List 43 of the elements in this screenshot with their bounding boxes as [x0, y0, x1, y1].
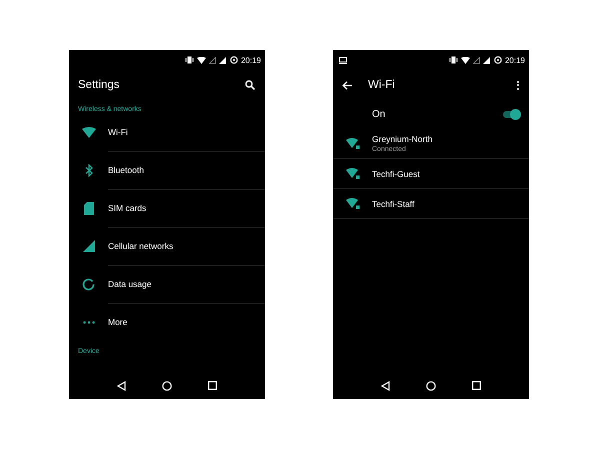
home-icon[interactable]	[426, 380, 436, 390]
status-time: 20:19	[504, 56, 525, 64]
sim-card-icon	[84, 202, 94, 214]
settings-item[interactable]: Cellular networks	[108, 240, 174, 250]
switch-label: On	[372, 108, 386, 120]
wifi-lock-icon	[346, 168, 360, 179]
signal-status-icon	[482, 56, 491, 64]
wifi-toggle[interactable]	[503, 110, 519, 118]
status-time: 20:19	[240, 56, 261, 64]
home-icon[interactable]	[162, 380, 172, 390]
vibrate-icon	[448, 56, 458, 64]
back-icon[interactable]	[117, 380, 126, 390]
vibrate-icon	[184, 56, 194, 64]
no-signal-icon	[472, 56, 480, 64]
wifi-status-icon	[196, 56, 206, 64]
alarm-icon	[230, 56, 238, 64]
notification-icon	[339, 56, 347, 64]
settings-item[interactable]: SIM cards	[108, 202, 146, 212]
back-icon[interactable]	[381, 380, 390, 390]
recents-icon[interactable]	[472, 381, 481, 390]
network-name[interactable]: Greynium-North	[372, 134, 432, 144]
recents-icon[interactable]	[208, 381, 217, 390]
more-icon	[82, 320, 94, 324]
network-name[interactable]: Techfi-Staff	[372, 198, 414, 208]
wifi-icon	[82, 126, 96, 138]
signal-status-icon	[218, 56, 227, 64]
no-signal-icon	[208, 56, 216, 64]
wifi-lock-icon	[346, 138, 360, 149]
settings-item[interactable]: Wi-Fi	[108, 126, 128, 136]
bluetooth-icon	[84, 164, 92, 176]
search-icon[interactable]	[245, 80, 255, 90]
settings-item[interactable]: Bluetooth	[108, 164, 144, 174]
back-arrow-icon[interactable]	[342, 80, 352, 90]
settings-item[interactable]: More	[108, 317, 128, 327]
network-name[interactable]: Techfi-Guest	[372, 168, 420, 178]
wifi-lock-icon	[346, 198, 360, 209]
settings-item[interactable]: Data usage	[108, 278, 152, 288]
wifi-status-icon	[460, 56, 470, 64]
signal-icon	[82, 240, 94, 252]
toolbar-title: Wi-Fi	[368, 79, 396, 91]
alarm-icon	[494, 56, 502, 64]
toolbar-title: Settings	[78, 79, 121, 91]
data-usage-icon	[82, 278, 95, 290]
